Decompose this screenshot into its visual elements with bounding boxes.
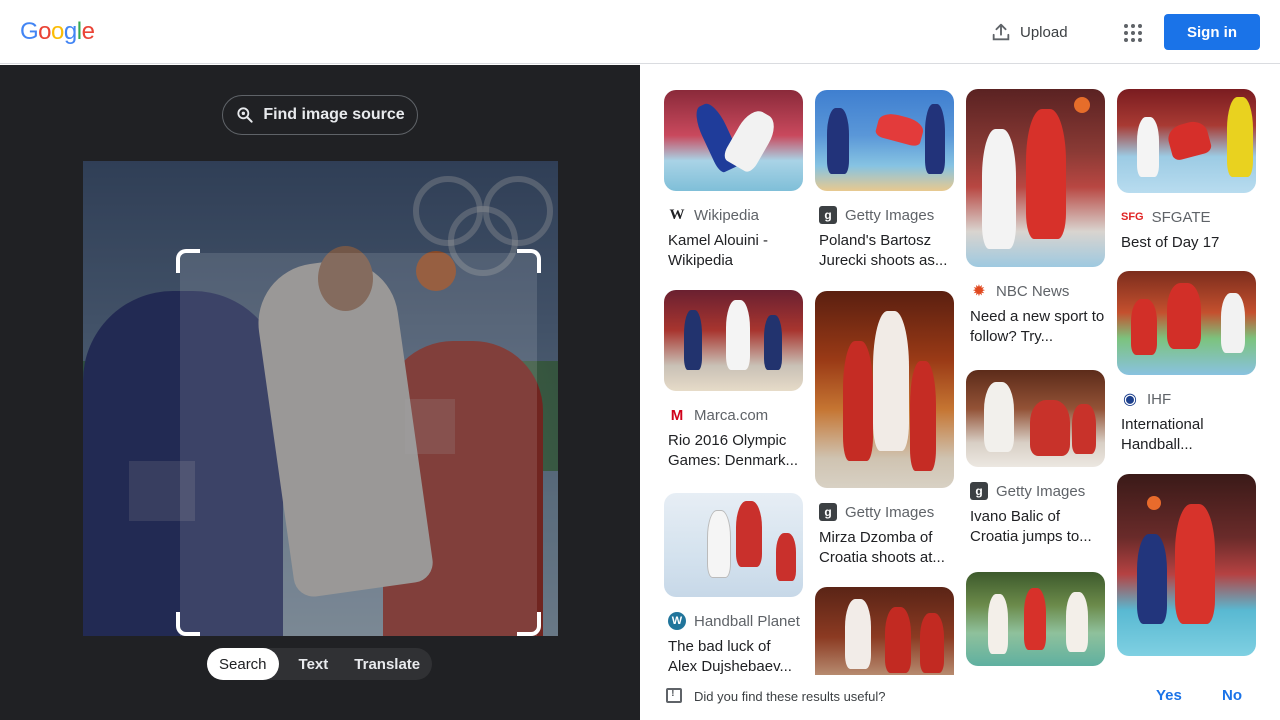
result-source-label: NBC News xyxy=(996,282,1070,300)
result-source-label: IHF xyxy=(1147,390,1172,408)
result-thumbnail[interactable] xyxy=(966,370,1105,467)
result-source: W Wikipedia xyxy=(664,205,803,225)
google-logo[interactable]: Google xyxy=(20,18,95,46)
logo-letter: o xyxy=(38,18,52,45)
result-source: ✹ NBC News xyxy=(966,281,1105,301)
result-thumbnail[interactable] xyxy=(966,572,1105,666)
top-bar: Google Upload Sign in xyxy=(0,0,1280,64)
result-card[interactable]: ✹ NBC News Need a new sport to follow? T… xyxy=(966,89,1105,347)
result-title[interactable]: International Handball... xyxy=(1117,415,1256,455)
crop-selection-box[interactable] xyxy=(180,253,537,636)
result-source-label: SFGATE xyxy=(1151,208,1211,226)
result-source: SFG SFGATE xyxy=(1117,207,1256,227)
result-source: ◉ IHF xyxy=(1117,389,1256,409)
result-source-label: Getty Images xyxy=(845,206,935,224)
upload-button[interactable]: Upload xyxy=(990,16,1068,48)
result-source: g Getty Images xyxy=(966,481,1105,501)
result-source-label: Getty Images xyxy=(996,482,1086,500)
result-thumbnail[interactable] xyxy=(1117,89,1256,193)
crop-handle-bottom-right[interactable] xyxy=(517,612,541,636)
sign-in-button[interactable]: Sign in xyxy=(1164,14,1260,50)
result-title[interactable]: Mirza Dzomba of Croatia shoots at... xyxy=(815,528,954,568)
upload-label: Upload xyxy=(1020,23,1068,41)
find-image-source-button[interactable]: Find image source xyxy=(222,95,418,135)
ihf-icon: ◉ xyxy=(1123,391,1137,408)
result-title[interactable]: Poland's Bartosz Jurecki shoots as... xyxy=(815,231,954,271)
result-card[interactable]: W Wikipedia Kamel Alouini - Wikipedia xyxy=(664,90,803,271)
result-card[interactable]: ◉ IHF International Handball... xyxy=(1117,271,1256,455)
result-source: g Getty Images xyxy=(815,502,954,522)
result-card[interactable] xyxy=(1117,474,1256,656)
result-source: M Marca.com xyxy=(664,405,803,425)
result-thumbnail[interactable] xyxy=(664,90,803,191)
upload-icon xyxy=(992,23,1010,41)
result-card[interactable] xyxy=(966,572,1105,666)
feedback-bar: Did you find these results useful? Yes N… xyxy=(640,675,1280,720)
result-card[interactable]: g Getty Images Poland's Bartosz Jurecki … xyxy=(815,90,954,271)
result-card[interactable] xyxy=(815,587,954,687)
lens-image-panel: Find image source Search Text Translate xyxy=(0,65,640,720)
result-card[interactable]: g Getty Images Ivano Balic of Croatia ju… xyxy=(966,370,1105,547)
result-thumbnail[interactable] xyxy=(815,587,954,687)
result-thumbnail[interactable] xyxy=(966,89,1105,267)
feedback-question: Did you find these results useful? xyxy=(694,689,886,704)
result-source: W Handball Planet xyxy=(664,611,803,631)
result-title[interactable]: Kamel Alouini - Wikipedia xyxy=(664,231,803,271)
result-source-label: Wikipedia xyxy=(694,206,760,224)
sfgate-icon: SFG xyxy=(1121,211,1144,223)
result-thumbnail[interactable] xyxy=(1117,271,1256,375)
tab-translate[interactable]: Translate xyxy=(342,648,432,680)
result-card[interactable]: g Getty Images Mirza Dzomba of Croatia s… xyxy=(815,291,954,568)
result-thumbnail[interactable] xyxy=(664,290,803,391)
result-source: g Getty Images xyxy=(815,205,954,225)
tab-search[interactable]: Search xyxy=(207,648,279,680)
result-source-label: Marca.com xyxy=(694,406,769,424)
logo-letter: g xyxy=(63,18,77,45)
result-source-label: Getty Images xyxy=(845,503,935,521)
marca-icon: M xyxy=(670,406,684,424)
getty-icon: g xyxy=(819,206,837,224)
result-title[interactable]: Need a new sport to follow? Try... xyxy=(966,307,1105,347)
crop-handle-top-right[interactable] xyxy=(517,249,541,273)
crop-handle-bottom-left[interactable] xyxy=(176,612,200,636)
find-image-source-label: Find image source xyxy=(263,106,405,123)
result-card[interactable]: W Handball Planet The bad luck of Alex D… xyxy=(664,493,803,677)
result-source-label: Handball Planet xyxy=(694,612,800,630)
feedback-yes-button[interactable]: Yes xyxy=(1156,687,1182,704)
result-thumbnail[interactable] xyxy=(815,291,954,488)
result-card[interactable]: M Marca.com Rio 2016 Olympic Games: Denm… xyxy=(664,290,803,471)
query-image[interactable] xyxy=(83,161,558,636)
result-card[interactable]: SFG SFGATE Best of Day 17 xyxy=(1117,89,1256,273)
crop-handle-top-left[interactable] xyxy=(176,249,200,273)
feedback-no-button[interactable]: No xyxy=(1222,687,1242,704)
result-title[interactable]: Ivano Balic of Croatia jumps to... xyxy=(966,507,1105,547)
apps-grid-icon[interactable] xyxy=(1118,18,1146,46)
result-title[interactable]: Rio 2016 Olympic Games: Denmark... xyxy=(664,431,803,471)
getty-icon: g xyxy=(819,503,837,521)
result-title[interactable]: The bad luck of Alex Dujshebaev... xyxy=(664,637,803,677)
result-thumbnail[interactable] xyxy=(1117,474,1256,656)
lens-search-icon xyxy=(237,107,253,123)
getty-icon: g xyxy=(970,482,988,500)
logo-letter: o xyxy=(51,18,64,45)
wikipedia-icon: W xyxy=(669,206,685,223)
result-title[interactable]: Best of Day 17 xyxy=(1117,233,1256,273)
visual-matches-panel: W Wikipedia Kamel Alouini - Wikipedia M … xyxy=(640,65,1280,720)
logo-letter: G xyxy=(20,18,39,45)
wordpress-icon: W xyxy=(668,612,686,630)
feedback-icon xyxy=(666,687,682,703)
nbc-peacock-icon: ✹ xyxy=(972,283,986,300)
tab-text[interactable]: Text xyxy=(279,648,343,680)
result-thumbnail[interactable] xyxy=(815,90,954,191)
logo-letter: e xyxy=(81,18,95,45)
result-thumbnail[interactable] xyxy=(664,493,803,597)
lens-mode-tabs: Search Text Translate xyxy=(207,648,432,680)
